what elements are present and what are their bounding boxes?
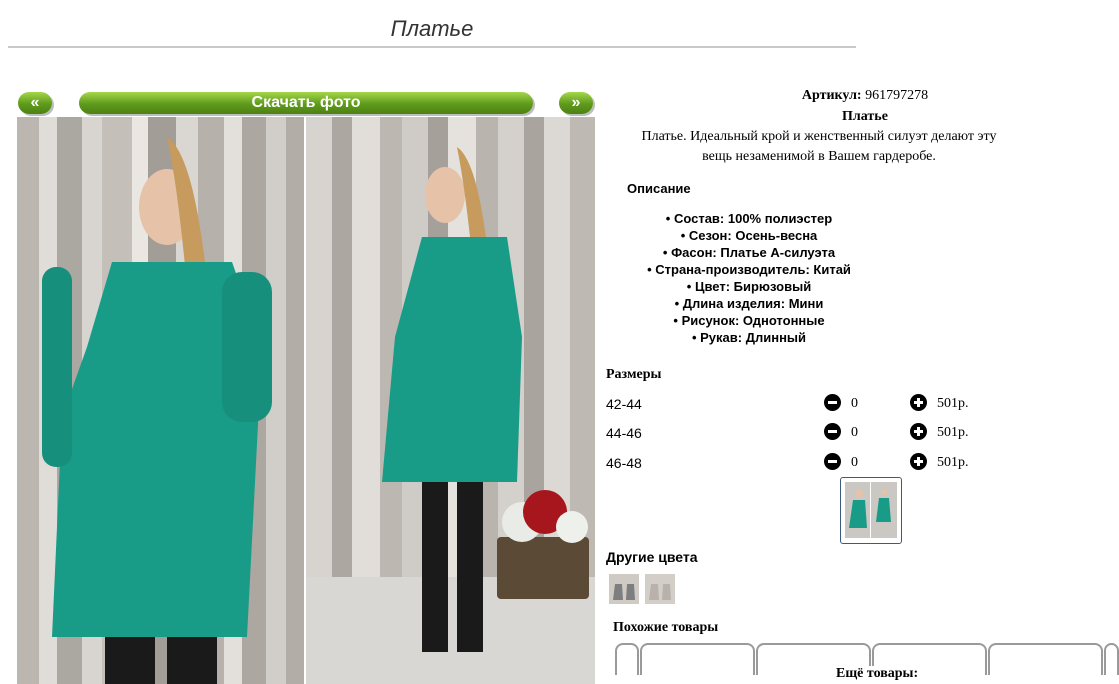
size-row: 42-44 0 501р. (606, 394, 1046, 414)
product-photo (17, 117, 595, 684)
property-item: Рукав: Длинный (608, 329, 890, 346)
price: 501р. (937, 425, 969, 440)
quantity-value: 0 (851, 396, 858, 411)
product-thumbnail[interactable] (840, 477, 902, 544)
more-products-label: Ещё товары: (834, 666, 921, 682)
property-item: Цвет: Бирюзовый (608, 278, 890, 295)
price: 501р. (937, 396, 969, 411)
short-description: Платье. Идеальный крой и женственный сил… (641, 129, 997, 164)
next-photo-button[interactable]: » (559, 92, 593, 114)
properties-list: Состав: 100% полиэстер Сезон: Осень-весн… (608, 210, 890, 346)
page-title: Платье (390, 16, 474, 41)
article-label: Артикул: (801, 88, 862, 103)
size-label: 46-48 (606, 455, 642, 471)
similar-product-card[interactable] (988, 643, 1103, 675)
minus-icon[interactable] (824, 453, 841, 470)
quantity-value: 0 (851, 455, 858, 470)
plus-icon[interactable] (910, 453, 927, 470)
price: 501р. (937, 455, 969, 470)
product-name: Платье (842, 109, 888, 124)
similar-products-heading: Похожие товары (613, 620, 719, 635)
other-colors-heading: Другие цвета (606, 549, 698, 565)
article-number: 961797278 (865, 88, 929, 103)
size-label: 44-46 (606, 425, 642, 441)
minus-icon[interactable] (824, 394, 841, 411)
size-row: 46-48 0 501р. (606, 453, 1046, 473)
size-row: 44-46 0 501р. (606, 423, 1046, 443)
property-item: Сезон: Осень-весна (608, 227, 890, 244)
similar-product-card[interactable] (1104, 643, 1119, 675)
property-item: Фасон: Платье А-силуэта (608, 244, 890, 261)
property-item: Страна-производитель: Китай (608, 261, 890, 278)
color-variant-thumbnail[interactable] (609, 574, 639, 604)
title-divider (8, 46, 856, 48)
similar-product-card[interactable] (615, 643, 639, 675)
property-item: Рисунок: Однотонные (608, 312, 890, 329)
plus-icon[interactable] (910, 423, 927, 440)
article-line: Артикул: 961797278 (620, 88, 1110, 104)
minus-icon[interactable] (824, 423, 841, 440)
description-heading: Описание (627, 181, 691, 196)
sizes-heading: Размеры (606, 367, 662, 382)
prev-photo-button[interactable]: « (18, 92, 52, 114)
color-variant-thumbnail[interactable] (645, 574, 675, 604)
size-label: 42-44 (606, 396, 642, 412)
property-item: Состав: 100% полиэстер (608, 210, 890, 227)
download-photo-button[interactable]: Скачать фото (79, 92, 533, 114)
property-item: Длина изделия: Мини (608, 295, 890, 312)
quantity-value: 0 (851, 425, 858, 440)
plus-icon[interactable] (910, 394, 927, 411)
similar-product-card[interactable] (640, 643, 755, 675)
